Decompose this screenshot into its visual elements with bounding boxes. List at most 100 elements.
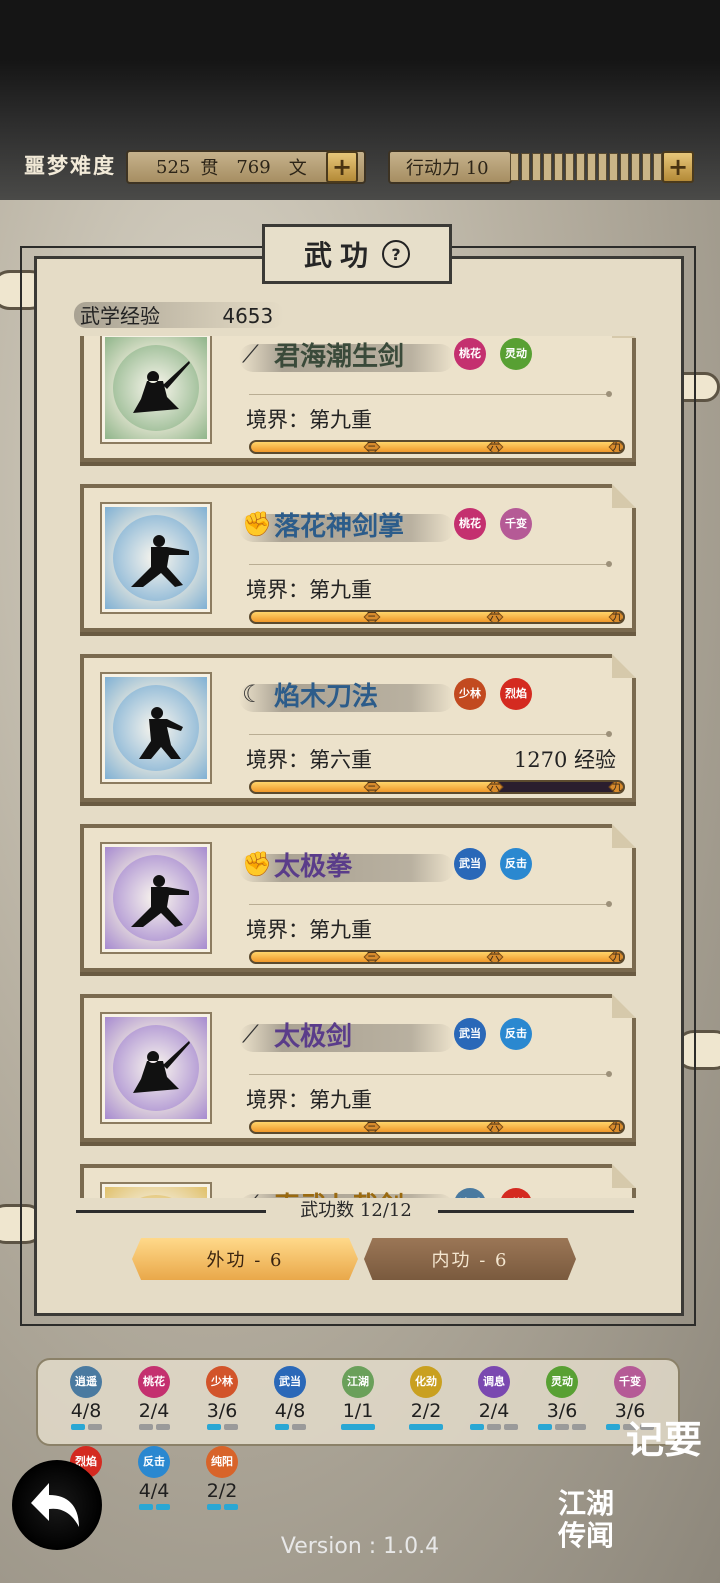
skill-name: 焰木刀法: [274, 682, 379, 712]
pip: [155, 1504, 170, 1510]
exp-value: 4653: [222, 304, 274, 328]
money-guan-value: 525: [156, 156, 191, 178]
skill-list[interactable]: ⟋ 君海潮生剑 桃花 灵动 境界：第九重三六九 ✊ 落花神剑掌 桃花 千变 境界：第九重三六九 ☾ 焰…: [80, 336, 640, 1198]
skill-name: 君海潮生剑: [274, 342, 405, 372]
pip: [572, 1424, 586, 1430]
skill-card[interactable]: ⟋真武七截剑逍遥烈焰境界：第九重三六九: [80, 1164, 636, 1198]
faction-effect[interactable]: 江湖 1/1: [328, 1366, 388, 1430]
milestone-marker: 六: [486, 782, 504, 792]
trait-badge[interactable]: 灵动: [500, 338, 532, 370]
trait-badge[interactable]: 武当: [454, 848, 486, 880]
skill-realm: 境界：第六重: [246, 748, 372, 772]
faction-badge: 逍遥: [70, 1366, 102, 1398]
faction-pips: [124, 1424, 184, 1430]
money-guan-unit: 贯: [200, 158, 219, 179]
pip: [341, 1424, 375, 1430]
faction-effect[interactable]: 调息 2/4: [464, 1366, 524, 1430]
tab-outer-skills[interactable]: 外功 - 6: [132, 1238, 358, 1280]
sword-icon: ⟋: [242, 340, 259, 368]
faction-pips: [192, 1424, 252, 1430]
skill-realm: 境界：第九重: [246, 578, 372, 602]
faction-pips: [192, 1504, 252, 1510]
back-arrow-icon: [31, 1483, 79, 1527]
trait-badge[interactable]: 武当: [454, 1018, 486, 1050]
skill-card[interactable]: ☾ 焰木刀法 少林 烈焰 境界：第六重 1270 经验三 六 九: [80, 654, 636, 802]
add-money-button[interactable]: +: [326, 151, 358, 183]
divider: [249, 1071, 612, 1077]
faction-effect[interactable]: 化劲 2/2: [396, 1366, 456, 1430]
milestone-marker: 六: [486, 442, 504, 452]
add-stamina-button[interactable]: +: [662, 151, 694, 183]
faction-pips: [56, 1424, 116, 1430]
tab-inner-skills[interactable]: 内功 - 6: [364, 1238, 576, 1280]
stamina-segment: [576, 153, 585, 181]
pip: [206, 1424, 221, 1430]
faction-effect[interactable]: 反击 4/4: [124, 1446, 184, 1510]
skill-name: 太极拳: [274, 852, 353, 882]
trait-badge[interactable]: 反击: [500, 848, 532, 880]
trait-badge[interactable]: 桃花: [454, 508, 486, 540]
trait-badge[interactable]: 反击: [500, 1018, 532, 1050]
money-wen-value: 769: [236, 156, 271, 178]
faction-effect[interactable]: 灵动 3/6: [532, 1366, 592, 1430]
skill-exp-needed: 1270 经验: [513, 748, 616, 772]
help-icon[interactable]: ?: [382, 240, 410, 268]
faction-count: 2/2: [410, 1400, 442, 1422]
stamina-segment: [631, 153, 640, 181]
milestone-marker: 三: [363, 782, 381, 792]
faction-badge: 少林: [206, 1366, 238, 1398]
skill-card[interactable]: ⟋ 君海潮生剑 桃花 灵动 境界：第九重三 六 九: [80, 336, 636, 462]
trait-badge[interactable]: 烈焰: [500, 678, 532, 710]
divider: [249, 901, 612, 907]
stamina-segment: [554, 153, 563, 181]
panel-title: 武功 ?: [262, 224, 452, 284]
milestone-marker: 九: [608, 782, 623, 792]
fist-icon: ✊: [242, 510, 272, 538]
milestone-marker: 六: [486, 612, 504, 622]
stamina-segment: [587, 153, 596, 181]
faction-badge: 桃花: [138, 1366, 170, 1398]
faction-effect[interactable]: 武当 4/8: [260, 1366, 320, 1430]
pip: [487, 1424, 501, 1430]
page-fold: [612, 994, 636, 1018]
faction-count: 4/8: [274, 1400, 306, 1422]
milestone-marker: 九: [608, 952, 623, 962]
faction-effect[interactable]: 少林 3/6: [192, 1366, 252, 1430]
pip: [138, 1504, 153, 1510]
skill-card[interactable]: ✊ 落花神剑掌 桃花 千变 境界：第九重三 六 九: [80, 484, 636, 632]
trait-badge[interactable]: 少林: [454, 678, 486, 710]
faction-effect[interactable]: 逍遥 4/8: [56, 1366, 116, 1430]
trait-badge[interactable]: 千变: [500, 508, 532, 540]
milestone-marker: 六: [486, 952, 504, 962]
pip: [155, 1424, 170, 1430]
faction-badge: 灵动: [546, 1366, 578, 1398]
faction-badge: 武当: [274, 1366, 306, 1398]
trait-badge[interactable]: 桃花: [454, 338, 486, 370]
faction-effect[interactable]: 桃花 2/4: [124, 1366, 184, 1430]
milestone-marker: 三: [363, 1122, 381, 1132]
notes-button-label: 记要: [626, 1417, 703, 1462]
pip: [555, 1424, 569, 1430]
skill-realm: 境界：第九重: [246, 918, 372, 942]
skill-portrait: [102, 844, 210, 952]
stamina-segment: [543, 153, 552, 181]
version-text: Version : 1.0.4: [280, 1534, 440, 1559]
faction-effect[interactable]: 纯阳 2/2: [192, 1446, 252, 1510]
skill-card[interactable]: ✊ 太极拳 武当 反击 境界：第九重三 六 九: [80, 824, 636, 972]
skill-name: 太极剑: [274, 1022, 353, 1052]
skill-card[interactable]: ⟋ 太极剑 武当 反击 境界：第九重三 六 九: [80, 994, 636, 1142]
exp-label: 武学经验: [80, 304, 160, 328]
faction-badge: 反击: [138, 1446, 170, 1478]
divider: [249, 561, 612, 567]
skill-progress-bar: 三六九: [249, 610, 625, 624]
milestone-marker: 九: [608, 442, 623, 452]
page-fold: [612, 1164, 636, 1188]
stamina-segment: [521, 153, 530, 181]
notes-button[interactable]: 记要: [626, 1418, 716, 1462]
stamina-segment: [653, 153, 662, 181]
stamina-segment: [532, 153, 541, 181]
fist-icon: ✊: [242, 850, 272, 878]
faction-pips: [532, 1424, 592, 1430]
skill-progress-bar: 三六九: [249, 950, 625, 964]
faction-count: 2/4: [138, 1400, 170, 1422]
